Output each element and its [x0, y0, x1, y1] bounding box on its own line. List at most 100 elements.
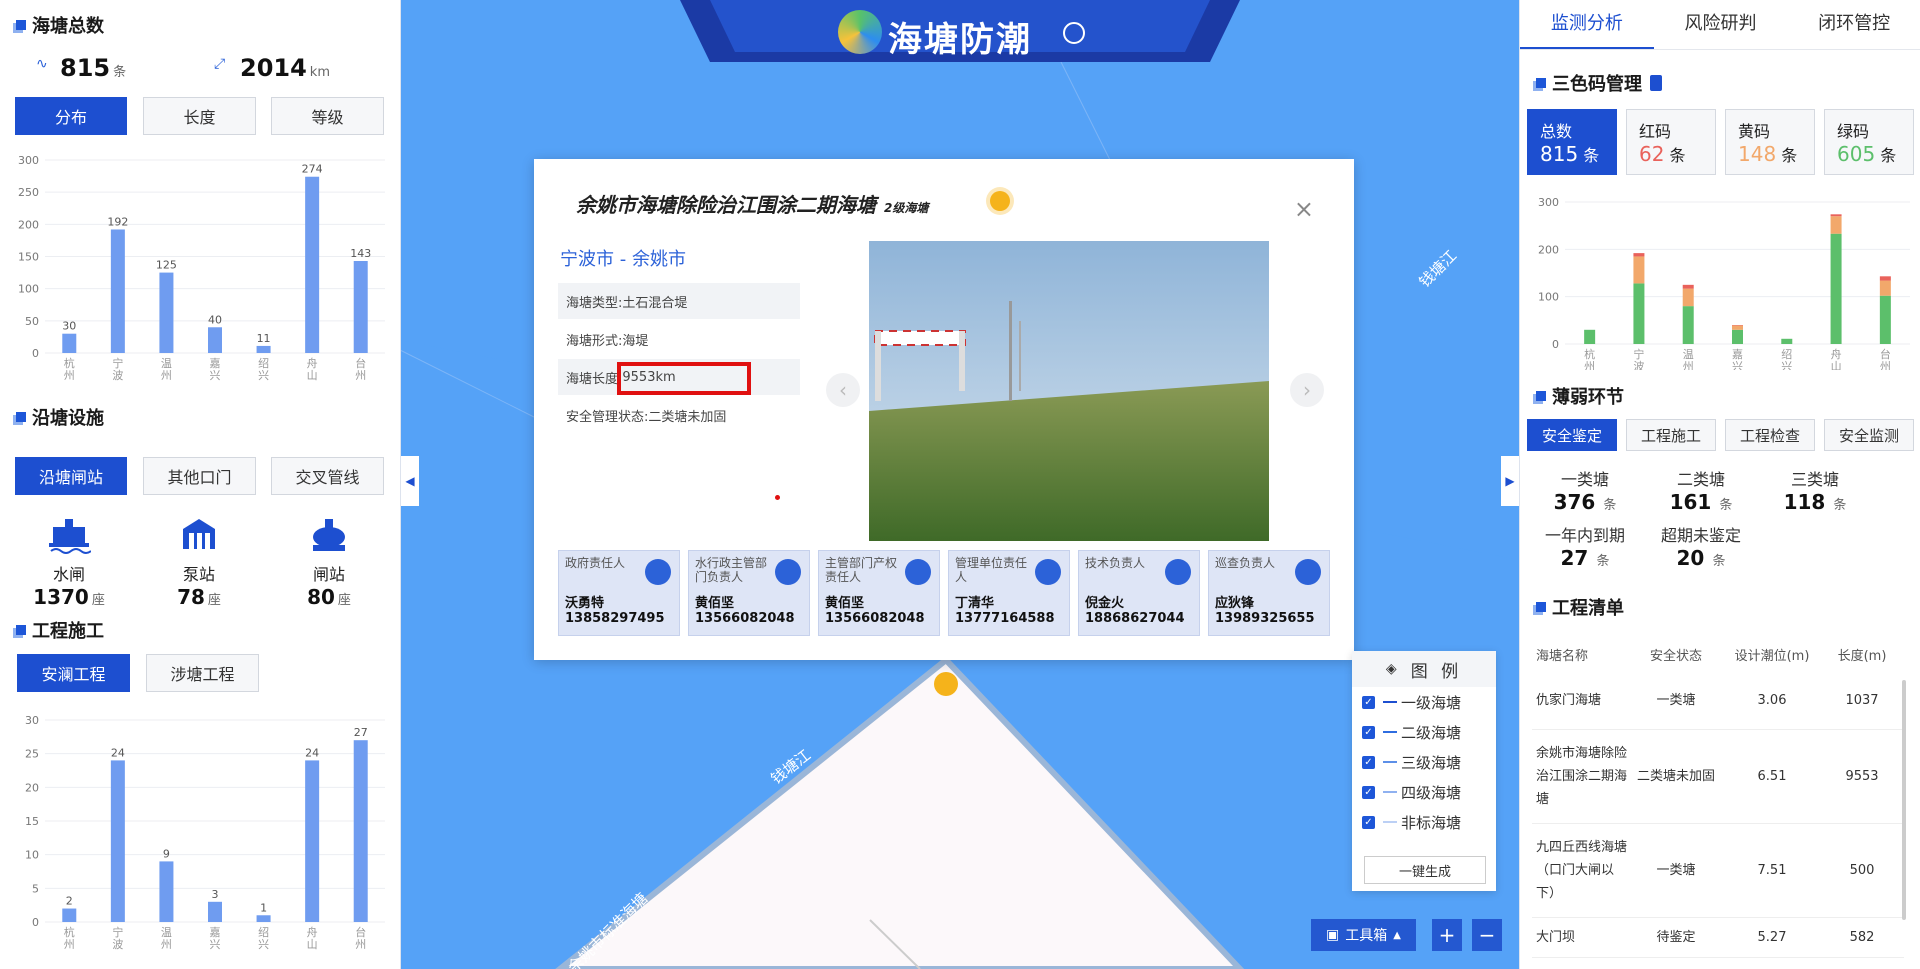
person-card: 水行政主管部门负责人 黄佰坚 13566082048: [688, 550, 810, 636]
person-name: 倪金火: [1085, 596, 1125, 611]
table-row[interactable]: 大门坝 待鉴定 5.27 582: [1532, 918, 1904, 958]
tab-distribution[interactable]: 分布: [15, 97, 127, 135]
bar: [62, 333, 77, 353]
y-tick-label: 0: [32, 916, 39, 929]
info-row-type: 海塘类型: 土石混合堤: [558, 283, 800, 319]
person-card: 管理单位责任人 丁清华 13777164588: [948, 550, 1070, 636]
legend-item[interactable]: ✓ 三级海塘: [1352, 747, 1496, 777]
sun-icon: [990, 191, 1010, 211]
x-tick-label: 嘉: [1732, 347, 1743, 361]
bar: [353, 740, 368, 922]
weak-section-title: 薄弱环节: [1536, 383, 1624, 409]
code-box-red[interactable]: 红码 62 条: [1626, 109, 1716, 175]
collapse-right-button[interactable]: ▶: [1501, 456, 1519, 506]
x-tick-label: 台: [355, 356, 366, 370]
level-badge: 2级海塘: [884, 201, 929, 215]
code-box-total[interactable]: 总数 815 条: [1527, 109, 1617, 175]
person-name: 黄佰坚: [695, 596, 735, 611]
checkbox-checked-icon[interactable]: ✓: [1362, 785, 1375, 799]
location-link[interactable]: 宁波市 - 余姚市: [560, 245, 686, 271]
app-title: 海塘防潮: [888, 20, 1032, 60]
checkbox-checked-icon[interactable]: ✓: [1362, 755, 1375, 769]
x-tick-label: 绍: [1781, 347, 1792, 361]
person-role: 巡查负责人: [1215, 556, 1276, 570]
person-avatar-icon: [775, 559, 801, 585]
person-name: 应狄锋: [1215, 596, 1255, 611]
toolbox-button[interactable]: ▣ 工具箱 ▲: [1311, 919, 1416, 951]
next-photo-button[interactable]: ›: [1290, 373, 1324, 407]
table-row[interactable]: 余姚市海塘除险治江围涂二期海塘 二类塘未加固 6.51 9553: [1532, 730, 1904, 824]
close-icon[interactable]: ×: [1294, 195, 1314, 223]
y-tick-label: 50: [25, 315, 39, 328]
checkbox-checked-icon[interactable]: ✓: [1362, 725, 1375, 739]
checkbox-checked-icon[interactable]: ✓: [1362, 815, 1375, 829]
tab-safety-appraisal[interactable]: 安全鉴定: [1527, 419, 1617, 451]
tab-monitoring-analysis[interactable]: 监测分析: [1520, 0, 1654, 49]
x-tick-label: 舟: [1831, 347, 1842, 361]
x-tick-label: 宁: [112, 925, 123, 939]
person-avatar-icon: [1165, 559, 1191, 585]
y-tick-label: 200: [1538, 243, 1559, 256]
x-tick-label: 州: [1584, 360, 1595, 370]
x-tick-label: 宁: [112, 356, 123, 370]
x-tick-label: 杭: [64, 925, 75, 939]
person-card: 政府责任人 沃勇特 13858297495: [558, 550, 680, 636]
table-scrollbar[interactable]: [1902, 680, 1906, 920]
table-header: 海塘名称 安全状态 设计潮位(m) 长度(m): [1532, 636, 1904, 672]
badge-icon: [1063, 22, 1085, 44]
x-tick-label: 州: [355, 938, 366, 951]
tab-inspection[interactable]: 工程检查: [1725, 419, 1815, 451]
legend-item[interactable]: ✓ 一级海塘: [1352, 687, 1496, 717]
legend-item[interactable]: ✓ 四级海塘: [1352, 777, 1496, 807]
table-row[interactable]: 九四丘西线海塘（口门大闸以下） 一类塘 7.51 500: [1532, 824, 1904, 918]
legend-item[interactable]: ✓ 非标海塘: [1352, 807, 1496, 837]
table-row[interactable]: 仇家门海塘 一类塘 3.06 1037: [1532, 672, 1904, 730]
prev-photo-button[interactable]: ‹: [826, 373, 860, 407]
facility-sluice: 水闸 1370 座: [14, 515, 124, 609]
generate-button[interactable]: 一键生成: [1364, 856, 1486, 884]
sluice-icon: [49, 519, 92, 554]
x-tick-label: 州: [64, 369, 75, 382]
tab-safety-monitoring[interactable]: 安全监测: [1824, 419, 1914, 451]
tab-closed-loop-control[interactable]: 闭环管控: [1787, 0, 1920, 49]
bar: [1633, 253, 1645, 257]
tab-risk-assessment[interactable]: 风险研判: [1654, 0, 1788, 49]
bar: [208, 901, 222, 922]
x-tick-label: 波: [1633, 360, 1644, 370]
person-role: 主管部门产权责任人: [825, 556, 898, 584]
x-tick-label: 杭: [1584, 347, 1595, 361]
bar: [305, 176, 320, 353]
legend-item[interactable]: ✓ 二级海塘: [1352, 717, 1496, 747]
tab-crossing-pipelines[interactable]: 交叉管线: [271, 457, 384, 495]
x-tick-label: 嘉: [210, 925, 221, 939]
bar: [1682, 284, 1694, 289]
tab-seawall-related-project[interactable]: 涉塘工程: [146, 654, 259, 692]
facility-value: 80 座: [307, 585, 351, 609]
tab-anlan-project[interactable]: 安澜工程: [17, 654, 130, 692]
tab-sluice-stations[interactable]: 沿塘闸站: [15, 457, 127, 495]
bar: [110, 229, 125, 353]
zoom-out-button[interactable]: −: [1472, 919, 1502, 951]
bar: [208, 327, 222, 353]
document-icon[interactable]: [1650, 75, 1662, 91]
column-header: 安全状态: [1649, 648, 1702, 664]
facilities-section-title: 沿塘设施: [16, 404, 104, 430]
tab-construction[interactable]: 工程施工: [1626, 419, 1716, 451]
person-card: 巡查负责人 应狄锋 13989325655: [1208, 550, 1330, 636]
code-box-yellow[interactable]: 黄码 148 条: [1725, 109, 1815, 175]
checkbox-checked-icon[interactable]: ✓: [1362, 695, 1375, 709]
app-logo-icon: [838, 10, 882, 54]
tab-other-outlets[interactable]: 其他口门: [143, 457, 256, 495]
y-tick-label: 15: [25, 815, 39, 828]
person-role: 管理单位责任人: [955, 556, 1028, 584]
construction-chart-svg: 0510152025302杭州24宁波9温州3嘉兴1绍兴24舟山27台州: [25, 714, 385, 951]
bar: [1830, 216, 1842, 234]
code-box-green[interactable]: 绿码 605 条: [1824, 109, 1914, 175]
collapse-left-button[interactable]: ◀: [401, 456, 419, 506]
tab-grade[interactable]: 等级: [271, 97, 384, 135]
tab-length[interactable]: 长度: [143, 97, 256, 135]
section-marker-icon: [16, 412, 26, 422]
zoom-in-button[interactable]: +: [1432, 919, 1462, 951]
bar: [1633, 256, 1645, 284]
person-role: 水行政主管部门负责人: [695, 556, 768, 584]
